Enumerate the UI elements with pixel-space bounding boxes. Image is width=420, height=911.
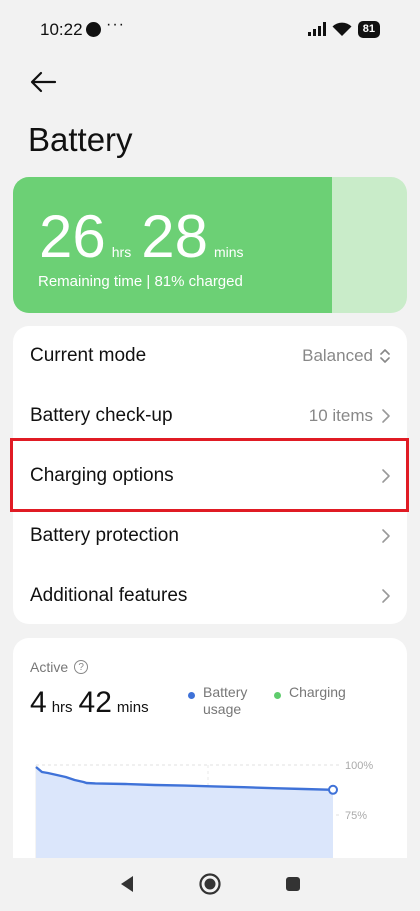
circle-home-icon	[199, 873, 221, 895]
chevron-right-icon	[382, 529, 390, 543]
remaining-time: 26 hrs 28 mins	[39, 207, 254, 267]
minutes-unit: mins	[213, 244, 244, 260]
menu-item-label: Current mode	[30, 345, 147, 366]
navigation-bar	[0, 858, 420, 911]
legend-dot	[274, 692, 281, 699]
signal-icon	[307, 22, 326, 36]
menu-item-label: Battery check-up	[30, 405, 173, 426]
active-label: Active ?	[30, 659, 89, 675]
menu-item-current-mode[interactable]: Current mode Balanced	[13, 326, 407, 386]
battery-settings-list: Current mode Balanced Battery check-up 1…	[13, 326, 407, 624]
menu-item-additional-features[interactable]: Additional features	[13, 566, 407, 626]
y-tick-label: 100%	[345, 760, 373, 772]
hours-unit: hrs	[111, 244, 132, 260]
check-up-count: 10 items	[308, 406, 373, 425]
menu-item-battery-protection[interactable]: Battery protection	[13, 506, 407, 566]
square-recents-icon	[286, 877, 300, 891]
active-time: 4 hrs 42 mins	[30, 686, 155, 720]
nav-back-button[interactable]	[114, 871, 140, 897]
status-icons: 81	[307, 19, 380, 39]
legend-charging: Charging	[274, 684, 346, 701]
wifi-icon	[332, 22, 352, 36]
menu-item-charging-options[interactable]: Charging options	[13, 446, 407, 506]
y-tick-label: 75%	[345, 810, 367, 822]
remaining-minutes: 28	[141, 203, 208, 270]
active-hours: 4	[30, 686, 47, 719]
legend-label: Battery	[203, 684, 248, 700]
nav-recents-button[interactable]	[280, 871, 306, 897]
notification-dot-icon	[86, 22, 101, 37]
status-bar: 10:22 ··· 81	[0, 0, 420, 58]
more-notifications-icon: ···	[106, 16, 125, 33]
chevron-right-icon	[382, 409, 390, 423]
active-label-text: Active	[30, 659, 69, 675]
active-minutes-unit: mins	[116, 699, 149, 716]
chevron-right-icon	[382, 469, 390, 483]
legend-label: Charging	[289, 684, 346, 700]
arrow-left-icon	[30, 71, 57, 93]
battery-remaining-card[interactable]: 26 hrs 28 mins Remaining time | 81% char…	[13, 177, 407, 313]
help-icon[interactable]: ?	[74, 660, 89, 674]
remaining-caption: Remaining time | 81% charged	[38, 273, 243, 290]
remaining-hours: 26	[39, 203, 106, 270]
current-point	[328, 784, 338, 795]
menu-item-label: Additional features	[30, 585, 188, 606]
menu-item-label: Battery protection	[30, 525, 179, 546]
active-hours-unit: hrs	[51, 699, 73, 716]
updown-chevron-icon	[380, 349, 390, 363]
back-button[interactable]	[28, 66, 60, 98]
status-time: 10:22	[40, 20, 83, 39]
legend-label-line2: usage	[203, 701, 242, 717]
active-minutes: 42	[78, 686, 112, 719]
legend-battery-usage: Battery usage	[188, 684, 247, 718]
menu-item-label: Charging options	[30, 465, 174, 486]
current-mode-value: Balanced	[302, 346, 373, 365]
legend-dot	[188, 692, 195, 699]
chevron-right-icon	[382, 589, 390, 603]
battery-level-icon: 81	[357, 20, 380, 38]
menu-item-battery-check-up[interactable]: Battery check-up 10 items	[13, 386, 407, 446]
page-title: Battery	[28, 121, 133, 158]
triangle-back-icon	[121, 876, 133, 892]
nav-home-button[interactable]	[197, 871, 223, 897]
